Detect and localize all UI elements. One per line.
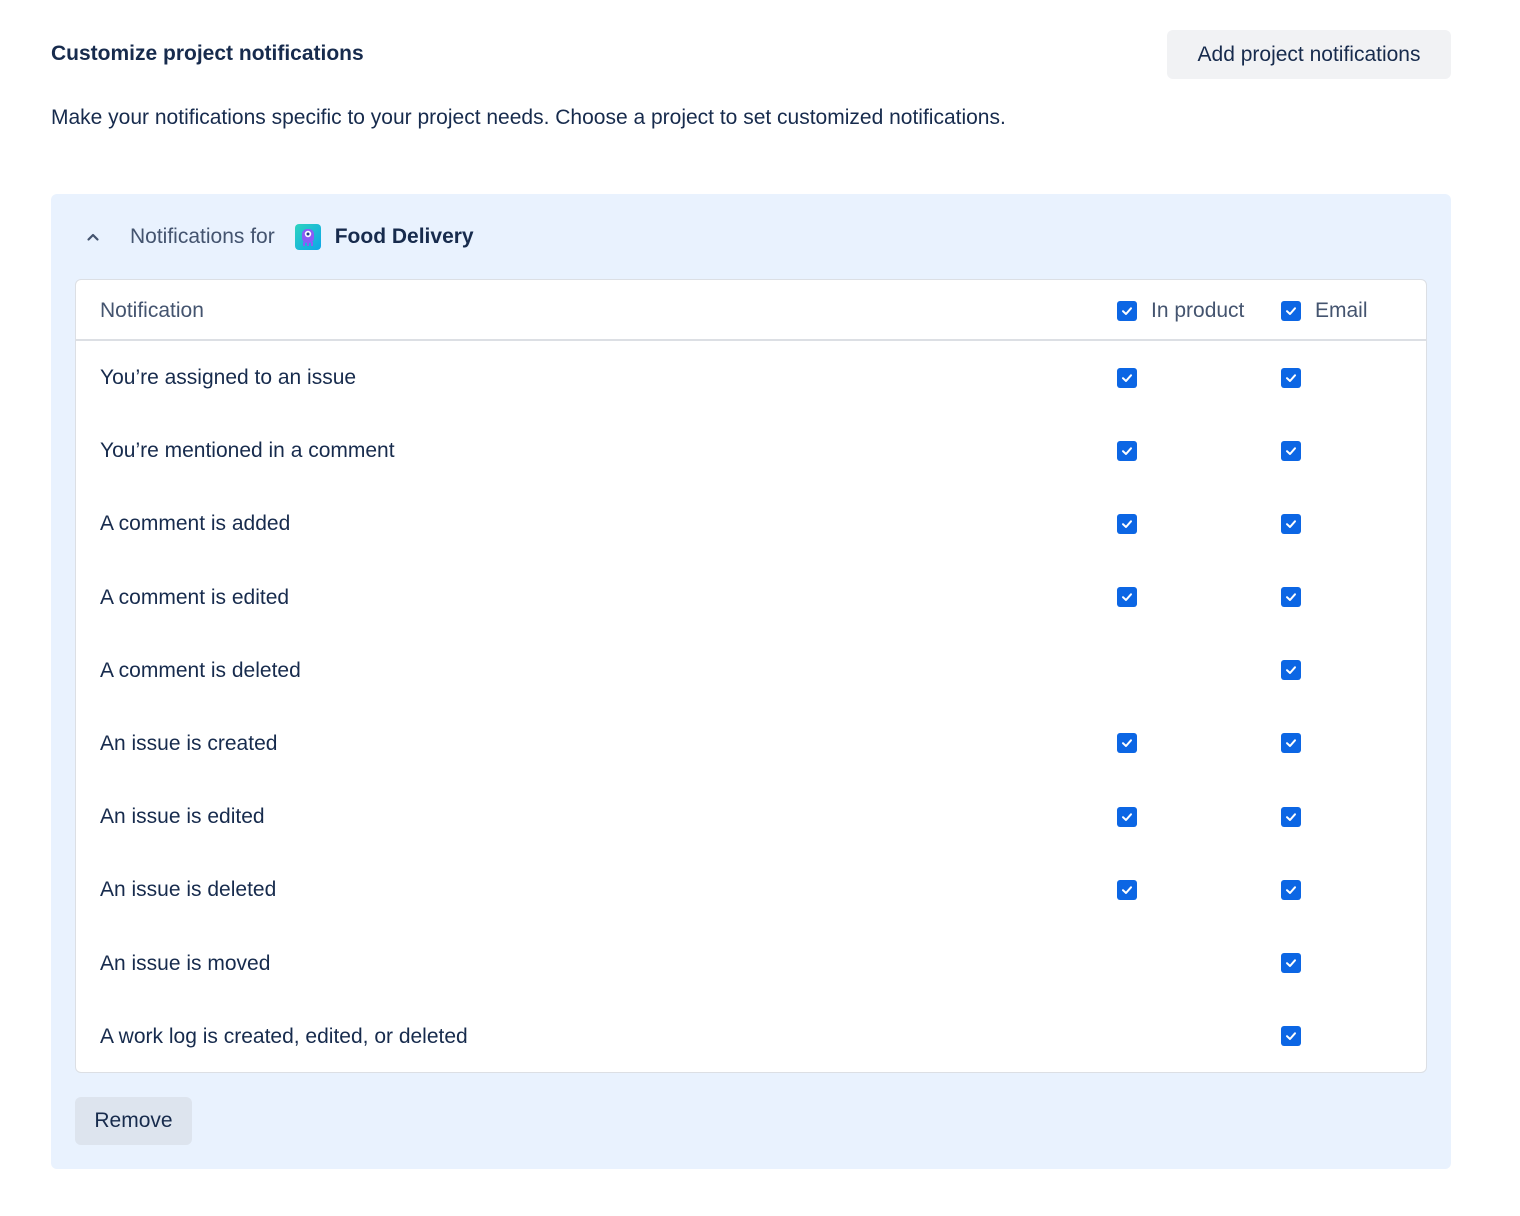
- notification-label: A comment is edited: [100, 585, 290, 609]
- in-product-checkbox[interactable]: [1117, 733, 1137, 754]
- notification-label: An issue is created: [100, 731, 278, 755]
- column-header-notification: Notification: [100, 299, 204, 322]
- email-cell: [1281, 634, 1301, 707]
- table-row: A comment is added: [76, 487, 1426, 560]
- in-product-checkbox[interactable]: [1117, 513, 1137, 534]
- table-row: You’re mentioned in a comment: [76, 414, 1426, 487]
- in-product-select-all-checkbox[interactable]: [1117, 300, 1137, 321]
- in-product-cell: [1117, 707, 1137, 780]
- in-product-checkbox[interactable]: [1117, 587, 1137, 608]
- email-checkbox[interactable]: [1281, 879, 1301, 900]
- table-row: A comment is edited: [76, 561, 1426, 634]
- in-product-checkbox[interactable]: [1117, 367, 1137, 388]
- remove-button[interactable]: Remove: [75, 1097, 192, 1145]
- email-cell: [1281, 561, 1301, 634]
- email-checkbox[interactable]: [1281, 440, 1301, 461]
- panel-header: Notifications for Food Delivery: [75, 218, 474, 256]
- email-checkbox[interactable]: [1281, 953, 1301, 973]
- project-avatar-icon: [294, 224, 321, 250]
- email-label: Email: [1315, 298, 1368, 322]
- email-cell: [1281, 487, 1301, 560]
- customize-project-notifications-page: Customize project notifications Add proj…: [0, 0, 1520, 1216]
- in-product-label: In product: [1151, 298, 1245, 322]
- email-checkbox[interactable]: [1281, 806, 1301, 827]
- email-checkbox[interactable]: [1281, 733, 1301, 754]
- table-row: A comment is deleted: [76, 634, 1426, 707]
- column-header-in-product: In product: [1117, 280, 1244, 341]
- project-name: Food Delivery: [334, 225, 474, 248]
- notification-label: You’re mentioned in a comment: [100, 439, 395, 463]
- notification-label: An issue is moved: [100, 951, 271, 975]
- page-description: Make your notifications specific to your…: [51, 106, 1006, 129]
- notifications-for-label: Notifications for: [130, 225, 275, 248]
- table-row: You’re assigned to an issue: [76, 341, 1426, 414]
- email-cell: [1281, 341, 1301, 414]
- column-header-email: Email: [1281, 280, 1368, 341]
- notification-label: A comment is deleted: [100, 658, 301, 682]
- email-checkbox[interactable]: [1281, 367, 1301, 388]
- table-row: An issue is moved: [76, 927, 1426, 1000]
- table-header: Notification In product Email: [76, 280, 1426, 341]
- table-row: An issue is edited: [76, 780, 1426, 853]
- in-product-cell: [1117, 780, 1137, 853]
- notification-label: A work log is created, edited, or delete…: [100, 1024, 468, 1048]
- email-select-all-checkbox[interactable]: [1281, 300, 1301, 321]
- email-cell: [1281, 414, 1301, 487]
- email-checkbox[interactable]: [1281, 513, 1301, 534]
- email-checkbox[interactable]: [1281, 660, 1301, 681]
- project-notifications-panel: Notifications for Food Delivery Notifica…: [51, 194, 1451, 1169]
- table-row: An issue is deleted: [76, 853, 1426, 926]
- email-cell: [1281, 780, 1301, 853]
- in-product-checkbox[interactable]: [1117, 440, 1137, 461]
- notification-label: You’re assigned to an issue: [100, 366, 357, 389]
- add-project-notifications-button[interactable]: Add project notifications: [1167, 30, 1451, 79]
- in-product-cell: [1117, 487, 1137, 560]
- in-product-checkbox[interactable]: [1117, 879, 1137, 900]
- email-cell: [1281, 853, 1301, 926]
- in-product-cell: [1117, 561, 1137, 634]
- email-cell: [1281, 1000, 1301, 1073]
- notification-label: A comment is added: [100, 512, 291, 536]
- notification-label: An issue is deleted: [100, 878, 277, 902]
- page-title: Customize project notifications: [51, 42, 364, 65]
- in-product-cell: [1117, 853, 1137, 926]
- notifications-table: Notification In product Email You’re ass…: [75, 279, 1427, 1073]
- table-row: An issue is created: [76, 707, 1426, 780]
- in-product-cell: [1117, 414, 1137, 487]
- in-product-cell: [1117, 341, 1137, 414]
- chevron-up-icon[interactable]: [75, 218, 111, 256]
- notification-label: An issue is edited: [100, 805, 265, 829]
- email-cell: [1281, 707, 1301, 780]
- table-row: A work log is created, edited, or delete…: [76, 1000, 1426, 1073]
- in-product-checkbox[interactable]: [1117, 806, 1137, 827]
- email-checkbox[interactable]: [1281, 587, 1301, 608]
- email-checkbox[interactable]: [1281, 1026, 1301, 1047]
- notification-rows: You’re assigned to an issue You’re mentio…: [76, 341, 1426, 1073]
- email-cell: [1281, 927, 1301, 1000]
